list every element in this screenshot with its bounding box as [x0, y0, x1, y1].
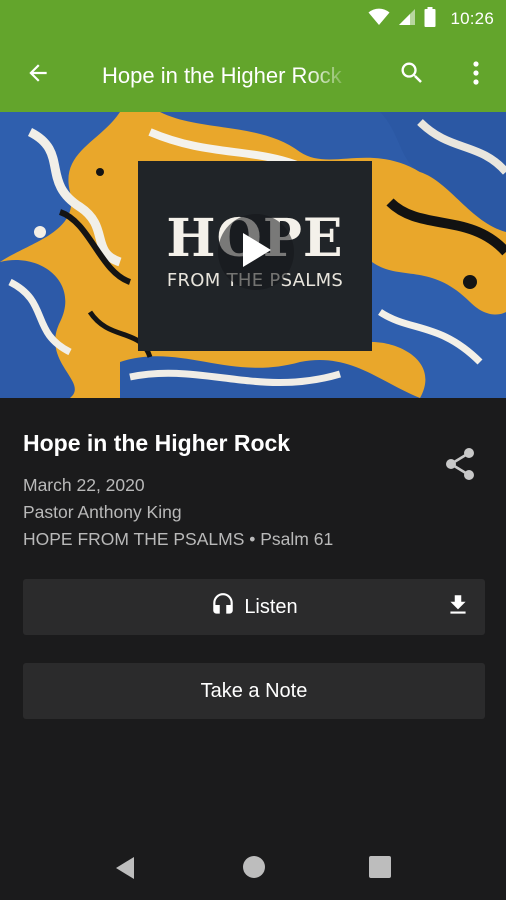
status-bar: 10:26	[0, 0, 506, 38]
sermon-title: Hope in the Higher Rock	[23, 430, 291, 456]
share-icon	[443, 446, 477, 487]
sermon-speaker: Pastor Anthony King	[23, 502, 182, 522]
sermon-date: March 22, 2020	[23, 475, 145, 495]
system-nav-bar	[0, 832, 506, 900]
sermon-series-reference: HOPE FROM THE PSALMS • Psalm 61	[23, 529, 334, 549]
status-icons: 10:26	[368, 0, 494, 38]
listen-button-content: Listen	[23, 579, 485, 635]
app-bar: Hope in the Higher Rock	[0, 38, 506, 112]
download-icon	[445, 592, 471, 623]
listen-button[interactable]: Listen	[23, 579, 485, 635]
cell-signal-icon	[398, 8, 416, 31]
more-options-button[interactable]	[458, 57, 494, 93]
headphones-icon	[210, 592, 236, 623]
battery-icon	[424, 6, 436, 32]
search-icon	[398, 59, 426, 92]
play-button[interactable]	[218, 214, 294, 290]
nav-recents-icon[interactable]	[367, 854, 393, 880]
download-button[interactable]	[431, 579, 485, 635]
listen-label: Listen	[244, 595, 298, 618]
nav-home-icon[interactable]	[241, 854, 267, 880]
play-icon	[239, 231, 273, 274]
take-a-note-button[interactable]: Take a Note	[23, 663, 485, 719]
nav-back-icon[interactable]	[112, 854, 140, 882]
wifi-icon	[368, 8, 390, 31]
more-vert-icon	[472, 60, 480, 91]
back-arrow-icon	[25, 60, 51, 91]
take-a-note-label: Take a Note	[200, 679, 308, 702]
app-bar-title: Hope in the Higher Rock	[102, 63, 342, 88]
back-button[interactable]	[18, 57, 58, 93]
search-button[interactable]	[392, 57, 432, 93]
status-clock: 10:26	[450, 9, 494, 28]
share-button[interactable]	[440, 446, 480, 486]
